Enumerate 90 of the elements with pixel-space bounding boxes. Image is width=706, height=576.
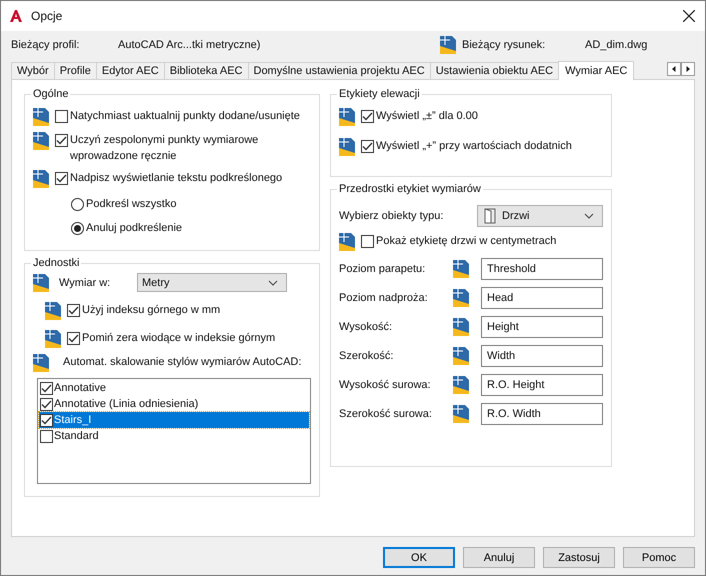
units-dropdown[interactable]: Metry [137,273,287,292]
drawing-settings-icon [33,170,49,188]
object-type-label: Wybierz obiekty typu: [339,210,444,222]
option-label: Podkreśl wszystko [86,197,176,212]
field-label: Szerokość: [339,350,394,362]
tab[interactable]: Wybór [11,62,55,79]
input-field[interactable]: Width [481,345,603,367]
field-label: Poziom parapetu: [339,263,426,275]
chevron-down-icon [268,280,278,286]
style-name: Stairs_I [54,414,92,426]
tab[interactable]: Edytor AEC [96,62,165,79]
checkbox[interactable] [361,235,374,248]
drawing-settings-icon [339,233,355,251]
checkbox[interactable] [40,414,53,426]
field-label: Poziom nadproża: [339,292,429,304]
list-item[interactable]: Annotative (Linia odniesienia) [39,396,309,412]
drawing-settings-icon [45,302,61,320]
checkbox[interactable] [55,110,68,123]
option-label: Wyświetl „±” dla 0.00 [376,109,478,124]
field-label: Wysokość: [339,321,394,333]
checkbox[interactable] [40,430,53,442]
drawing-settings-icon [339,138,355,156]
option-label: Nadpisz wyświetlanie tekstu podkreślonego [70,171,282,186]
input-field[interactable]: Threshold [481,258,603,280]
dimension-label: Wymiar w: [59,276,112,290]
scroll-left-icon[interactable] [667,62,681,76]
style-name: Annotative (Linia odniesienia) [54,398,198,410]
dialog-button[interactable]: Anuluj [463,547,535,568]
app-logo-icon [9,9,23,23]
dialog-button[interactable]: Pomoc [623,547,695,568]
drawing-settings-icon [453,405,469,423]
style-name: Standard [54,430,99,442]
drawing-label: Bieżący rysunek: [462,39,546,51]
drawing-value: AD_dim.dwg [585,39,648,51]
list-item[interactable]: Standard [39,428,309,444]
input-field[interactable]: Height [481,316,603,338]
chevron-down-icon [584,213,594,219]
checkbox[interactable] [361,140,374,153]
radio-button[interactable] [71,222,84,235]
tab[interactable]: Domyślne ustawienia projektu AEC [248,62,431,79]
style-name: Annotative [54,382,106,394]
drawing-settings-icon [453,376,469,394]
group-title: Etykiety elewacji [338,88,421,100]
drawing-settings-icon [45,330,61,348]
checkbox[interactable] [40,382,53,394]
option-label: Anuluj podkreślenie [86,221,182,236]
option-label: Uczyń zespolonymi punkty wymiarowe wprowadzone ręcznie [70,133,260,164]
drawing-settings-icon [33,274,49,292]
option-label: Użyj indeksu górnego w mm [82,303,220,318]
radio-button[interactable] [71,198,84,211]
option-label: Pokaż etykietę drzwi w centymetrach [376,234,556,249]
drawing-settings-icon [453,289,469,307]
drawing-settings-icon [33,354,49,372]
option-label: Natychmiast uaktualnij punkty dodane/usunięte [70,109,300,124]
scroll-right-icon[interactable] [681,62,695,76]
drawing-settings-icon [453,260,469,278]
tab[interactable]: Wymiar AEC [558,61,634,80]
dialog-button[interactable]: Zastosuj [543,547,615,568]
drawing-settings-icon [339,108,355,126]
input-field[interactable]: Head [481,287,603,309]
checkbox[interactable] [67,304,80,317]
list-item[interactable]: Annotative [39,380,309,396]
door-icon [484,208,496,224]
group-title: Przedrostki etykiet wymiarów [338,183,482,195]
window-title: Opcje [31,9,62,23]
object-type-dropdown[interactable]: Drzwi [477,205,603,227]
checkbox[interactable] [67,332,80,345]
group-title: Ogólne [32,88,70,100]
checkbox[interactable] [361,110,374,123]
drawing-settings-icon [33,108,49,126]
list-item[interactable]: Stairs_I [39,412,309,428]
field-label: Szerokość surowa: [339,408,433,420]
drawing-settings-icon [33,132,49,150]
field-label: Wysokość surowa: [339,379,432,391]
drawing-settings-icon [453,318,469,336]
profile-value: AutoCAD Arc...tki metryczne) [118,39,260,51]
group-title: Jednostki [32,257,80,269]
close-icon[interactable] [683,10,695,22]
scaling-label: Automat. skalowanie stylów wymiarów AutoCAD: [63,355,302,370]
input-field[interactable]: R.O. Width [481,403,603,425]
checkbox[interactable] [55,172,68,185]
drawing-settings-icon [440,36,456,54]
checkbox[interactable] [55,134,68,147]
dialog-button[interactable]: OK [383,547,455,568]
drawing-settings-icon [453,347,469,365]
option-label: Wyświetl „+” przy wartościach dodatnich [376,139,572,154]
input-field[interactable]: R.O. Height [481,374,603,396]
option-label: Pomiń zera wiodące w indeksie górnym [82,331,276,346]
profile-label: Bieżący profil: [11,39,80,51]
checkbox[interactable] [40,398,53,410]
